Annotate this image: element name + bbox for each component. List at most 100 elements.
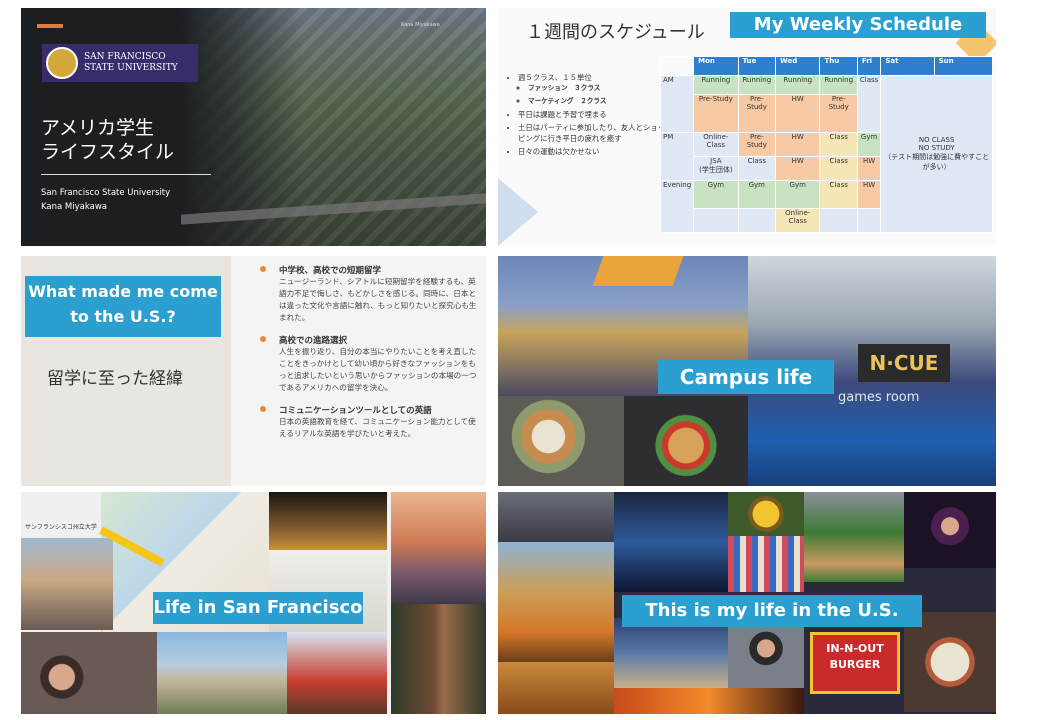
schedule-title-jp: １週間のスケジュール (526, 22, 705, 43)
table-cell: Pre-Study (819, 94, 858, 133)
section-body: ニュージーランド、シアトルに短期留学を経験するも、英語力不足で悔しさ、もどかしさ… (279, 277, 477, 322)
table-cell (819, 208, 858, 233)
sign-subtitle: games room (838, 390, 920, 405)
orange-canopy (592, 256, 684, 286)
table-cell: JSA (学生団体) (693, 156, 739, 181)
table-cell: HW (775, 156, 821, 181)
slide-life-in-sf[interactable]: サンフランシスコ州立大学 Life in San Francisco (21, 492, 486, 714)
stadium-screen-photo (614, 492, 728, 592)
weekend-note: NO CLASS NO STUDY （テスト期間は勉強に費やすことが多い） (880, 75, 993, 233)
divider (41, 174, 211, 175)
table-cell: Running (693, 75, 739, 95)
life-in-us-caption: This is my life in the U.S. (622, 595, 922, 627)
logo-text: SAN FRANCISCO STATE UNIVERSITY (84, 52, 178, 73)
schedule-table: Mon Tue Wed Thu Fri Sat Sun AM Running R… (659, 56, 994, 233)
section-heading: 中学校、高校での短期留学 (257, 264, 479, 276)
section-heading: 高校での進路選択 (257, 334, 479, 346)
slide-weekly-schedule[interactable]: １週間のスケジュール My Weekly Schedule 週５クラス、１５単位… (498, 8, 996, 246)
friends-group-photo (728, 622, 804, 688)
table-cell: HW (856, 180, 882, 209)
day-header: Thu (819, 56, 858, 76)
section-body: 日本の英語教育を経て、コミュニケーション能力として使えるリアルな英語を学びたいと… (279, 417, 476, 438)
speaker-tag: Kana Miyakawa (401, 22, 440, 28)
slide-subtitle: San Francisco State University Kana Miya… (41, 188, 171, 212)
table-cell: Class (737, 156, 777, 181)
table-cell (737, 208, 777, 233)
table-cell: Class (856, 75, 882, 133)
palace-photo (269, 492, 387, 550)
table-cell: Pre-Study (737, 132, 777, 157)
day-header: Sat (880, 56, 935, 76)
motivation-sections: 中学校、高校での短期留学 ニュージーランド、シアトルに短期留学を経験するも、英語… (257, 260, 479, 450)
slide-title-text: アメリカ学生 ライフスタイル (41, 117, 175, 163)
sub-bullet: マーケティング ２クラス (528, 96, 672, 107)
table-cell: Class (819, 156, 858, 181)
table-cell (856, 208, 882, 233)
bullet: 平日は課題と予習で埋まる (518, 109, 672, 120)
bullet: 週５クラス、１５単位 ファッション ３クラス マーケティング ２クラス (518, 72, 672, 107)
sub-bullet: ファッション ３クラス (528, 83, 672, 94)
decorative-triangle (498, 178, 538, 246)
period-label: PM (659, 132, 695, 181)
table-cell: Running (775, 75, 821, 95)
dinner-plate-photo (904, 612, 996, 712)
cable-car-photo (287, 632, 387, 714)
map-label: サンフランシスコ州立大学 (25, 524, 97, 531)
table-cell: HW (856, 156, 882, 181)
table-cell: Gym (737, 180, 777, 209)
campus-life-caption: Campus life (658, 360, 834, 394)
clothes-rack-photo (728, 536, 804, 592)
day-header: Mon (693, 56, 739, 76)
table-cell: Pre-Study (693, 94, 739, 133)
university-logo: SAN FRANCISCO STATE UNIVERSITY (42, 44, 198, 82)
redwood-photo (391, 604, 486, 714)
bullet: 土日はパーティに参加したり、友人とショッピングに行き平日の疲れを癒す (518, 122, 672, 144)
slide-life-in-us[interactable]: IN-N-OUT BURGER This is my life in the U… (498, 492, 996, 714)
group-photo (498, 492, 614, 542)
concert-photo (614, 688, 804, 714)
life-in-sf-caption: Life in San Francisco (153, 592, 363, 624)
golden-gate-photo (391, 492, 486, 604)
sub-bullets: ファッション ３クラス マーケティング ２クラス (518, 83, 672, 107)
party-photo (904, 492, 996, 568)
bullet: 日々の運動は欠かせない (518, 146, 672, 157)
baseball-photo (804, 492, 904, 582)
university-seal-icon (46, 47, 78, 79)
table-cell: Running (819, 75, 858, 95)
accent-bar (37, 24, 63, 28)
table-cell: Gym (856, 132, 882, 157)
table-cell: Gym (775, 180, 821, 209)
day-header: Fri (856, 56, 882, 76)
slide-title[interactable]: Kana Miyakawa SAN FRANCISCO STATE UNIVER… (21, 8, 486, 246)
food-photo (624, 396, 748, 486)
pumpkin-patch-photo (498, 542, 614, 662)
sign-board: N·CUE (858, 344, 950, 382)
slide-motivation[interactable]: What made me come to the U.S.? 留学に至った経緯 … (21, 256, 486, 486)
table-cell: Online-Class (693, 132, 739, 157)
burger-sign: IN-N-OUT BURGER (810, 632, 900, 694)
table-cell: Online-Class (775, 208, 821, 233)
street-photo (21, 538, 113, 630)
slide-campus-life[interactable]: N·CUE games room Campus life (498, 256, 996, 486)
table-cell: HW (775, 94, 821, 133)
motivation-subtitle: 留学に至った経緯 (47, 369, 183, 389)
table-cell: Running (737, 75, 777, 95)
table-cell: Class (819, 180, 858, 209)
food-closeup-photo (498, 662, 614, 714)
sandwich-photo (498, 396, 624, 486)
table-header-row: Mon Tue Wed Thu Fri Sat Sun (659, 56, 994, 76)
day-header: Wed (775, 56, 821, 76)
motivation-question: What made me come to the U.S.? (25, 276, 221, 337)
section-heading: コミュニケーションツールとしての英語 (257, 404, 479, 416)
period-label: Evening (659, 180, 695, 233)
table-row: AM Running Running Running Running Class… (659, 75, 993, 233)
schedule-title-en: My Weekly Schedule (730, 12, 986, 38)
table-cell: Gym (693, 180, 739, 209)
table-cell: HW (775, 132, 821, 157)
arena-photo (614, 618, 728, 688)
day-header: Tue (737, 56, 777, 76)
table-cell: Pre-Study (737, 94, 777, 133)
period-label: AM (659, 75, 695, 133)
schedule-bullets: 週５クラス、１５単位 ファッション ３クラス マーケティング ２クラス 平日は課… (504, 72, 672, 159)
sunflower-photo (728, 492, 804, 536)
